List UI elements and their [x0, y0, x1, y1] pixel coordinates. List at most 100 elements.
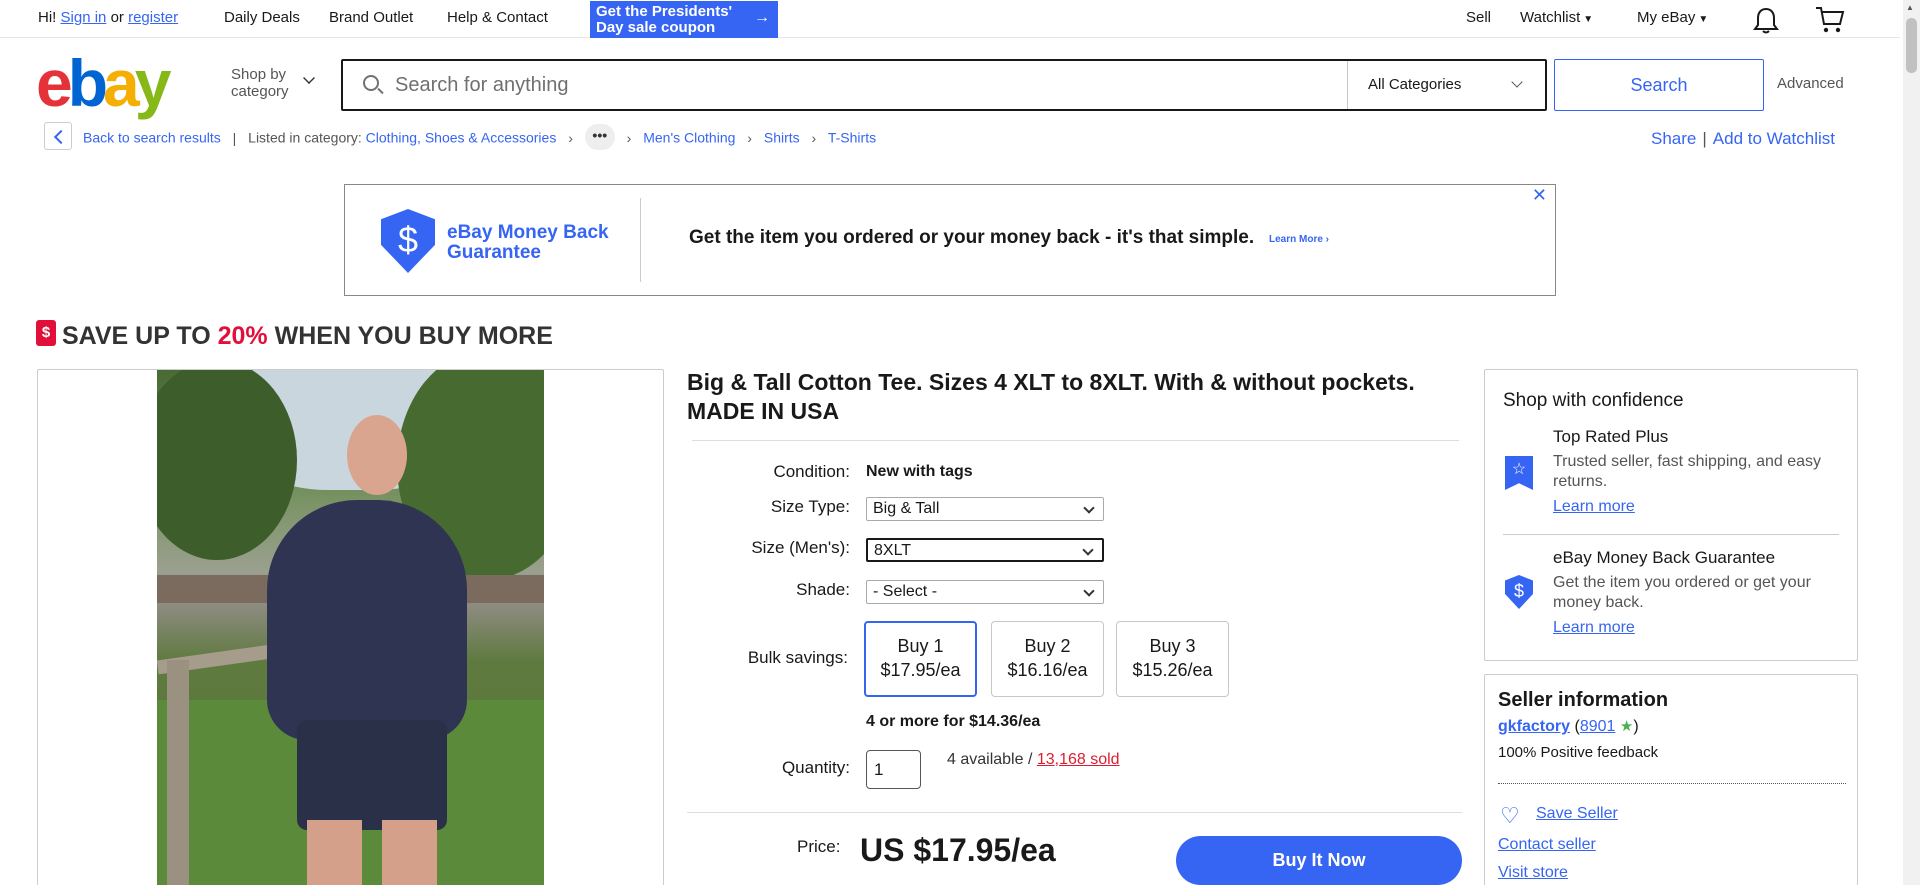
quantity-input[interactable]: 1 — [866, 750, 921, 789]
category-select-value: All Categories — [1368, 76, 1462, 93]
watchlist-menu[interactable]: Watchlist ▼ — [1520, 9, 1593, 26]
ebay-logo[interactable]: ebay — [36, 50, 171, 116]
star-icon: ★ — [1619, 718, 1634, 735]
bulk-savings-label: Bulk savings: — [747, 648, 848, 667]
breadcrumb-divider: | — [232, 129, 237, 146]
shop-with-confidence-panel: Shop with confidence ☆ Top Rated Plus Tr… — [1484, 369, 1858, 661]
price-tag-icon: $ — [36, 320, 56, 346]
availability: 4 available / 13,168 sold — [947, 751, 1120, 769]
shade-select[interactable]: - Select - — [866, 580, 1104, 604]
seller-name-row: gkfactory (8901 ★) — [1498, 718, 1639, 735]
divider — [687, 812, 1462, 813]
breadcrumb-item[interactable]: Shirts — [764, 130, 800, 146]
size-type-label: Size Type: — [770, 497, 850, 516]
more-icon[interactable]: ••• — [584, 124, 615, 150]
breadcrumb-item[interactable]: Clothing, Shoes & Accessories — [366, 130, 557, 146]
share-watchlist: Share | Add to Watchlist — [1651, 129, 1835, 149]
add-to-watchlist-link[interactable]: Add to Watchlist — [1713, 129, 1835, 148]
presidents-day-promo[interactable]: Get the Presidents' Day sale coupon → — [590, 1, 778, 38]
chevron-down-icon — [1511, 76, 1523, 88]
back-button[interactable] — [44, 122, 72, 150]
banner-mbg-line-2: Guarantee — [447, 242, 541, 263]
size-select[interactable]: 8XLT — [866, 538, 1104, 562]
scrollbar-thumb[interactable] — [1906, 18, 1917, 73]
my-ebay-label: My eBay — [1637, 9, 1696, 26]
size-type-select[interactable]: Big & Tall — [866, 497, 1104, 521]
quantity-label: Quantity: — [781, 758, 850, 777]
mbg-learn-more-link[interactable]: Learn more — [1553, 619, 1635, 637]
logo-letter: a — [103, 46, 140, 120]
shade-value: - Select - — [873, 583, 938, 600]
price-label: Price: — [797, 837, 841, 856]
save-seller-link[interactable]: Save Seller — [1536, 805, 1618, 823]
photo-person-leg — [307, 820, 362, 885]
sell-link[interactable]: Sell — [1466, 9, 1491, 26]
watchlist-label: Watchlist — [1520, 9, 1581, 26]
money-back-banner[interactable]: $ eBay Money Back Guarantee Get the item… — [344, 184, 1556, 296]
divider — [1498, 783, 1846, 784]
size-type-value: Big & Tall — [873, 500, 940, 517]
shop-by-category-button[interactable]: Shop by category — [231, 66, 289, 100]
banner-learn-more-link[interactable]: Learn More › — [1269, 234, 1329, 245]
positive-feedback: 100% Positive feedback — [1498, 744, 1659, 761]
search-icon — [363, 75, 379, 91]
tier-price: $15.26/ea — [1132, 660, 1213, 680]
mbg-desc: Get the item you ordered or get your mon… — [1553, 574, 1811, 611]
photo-person-shorts — [297, 720, 447, 830]
breadcrumb-item[interactable]: Men's Clothing — [643, 130, 735, 146]
search-input[interactable] — [395, 61, 1185, 109]
bulk-tier-buy-3[interactable]: Buy 3 $15.26/ea — [1116, 621, 1229, 697]
back-to-search-link[interactable]: Back to search results — [83, 130, 221, 146]
sign-in-link[interactable]: Sign in — [61, 9, 107, 26]
tier-qty: Buy 2 — [1024, 636, 1071, 656]
close-icon[interactable]: ✕ — [1532, 185, 1547, 206]
advanced-search-link[interactable]: Advanced — [1777, 75, 1844, 92]
photo-tree — [157, 370, 297, 560]
top-rated-learn-more-link[interactable]: Learn more — [1553, 498, 1635, 516]
breadcrumb: Back to search results | Listed in categ… — [83, 124, 876, 150]
banner-mbg-title: eBay Money Back Guarantee — [447, 223, 609, 263]
banner-learn-more-label: Learn More — [1269, 234, 1323, 245]
available-count: 4 available / — [947, 751, 1033, 768]
help-contact-link[interactable]: Help & Contact — [447, 9, 548, 26]
size-label: Size (Men's): — [751, 538, 850, 557]
scrollbar[interactable] — [1903, 0, 1920, 885]
bell-icon[interactable] — [1753, 6, 1779, 34]
feedback-score-link[interactable]: 8901 — [1580, 718, 1616, 735]
my-ebay-menu[interactable]: My eBay ▼ — [1637, 9, 1708, 26]
breadcrumb-item[interactable]: T-Shirts — [828, 130, 876, 146]
bulk-note: 4 or more for $14.36/ea — [866, 713, 1041, 730]
category-select[interactable]: All Categories — [1347, 61, 1545, 109]
photo-person-head — [347, 415, 407, 495]
brand-outlet-link[interactable]: Brand Outlet — [329, 9, 413, 26]
cart-icon[interactable] — [1815, 6, 1845, 34]
seller-information-panel: Seller information gkfactory (8901 ★) 10… — [1484, 674, 1858, 885]
greeting: Hi! Sign in or register — [38, 9, 178, 26]
seller-name-link[interactable]: gkfactory — [1498, 718, 1570, 735]
visit-store-link[interactable]: Visit store — [1498, 864, 1568, 882]
share-link[interactable]: Share — [1651, 129, 1696, 148]
register-link[interactable]: register — [128, 9, 178, 26]
item-price: US $17.95/ea — [860, 832, 1056, 868]
bulk-tier-buy-2[interactable]: Buy 2 $16.16/ea — [991, 621, 1104, 697]
save-prefix: SAVE UP TO — [62, 322, 211, 350]
scroll-up-arrow-icon[interactable]: ▲ — [1906, 3, 1914, 12]
condition-value: New with tags — [866, 463, 973, 480]
condition-label: Condition: — [773, 462, 850, 481]
search-button[interactable]: Search — [1554, 59, 1764, 111]
banner-divider — [640, 198, 641, 282]
buy-it-now-button[interactable]: Buy It Now — [1176, 836, 1462, 885]
chevron-down-icon: ▼ — [1583, 14, 1594, 25]
bulk-tier-buy-1[interactable]: Buy 1 $17.95/ea — [864, 621, 977, 697]
contact-seller-link[interactable]: Contact seller — [1498, 836, 1596, 854]
logo-letter: e — [36, 46, 73, 120]
sold-count-link[interactable]: 13,168 sold — [1037, 751, 1120, 768]
seller-heading: Seller information — [1498, 689, 1669, 711]
heart-icon[interactable]: ♡ — [1500, 803, 1520, 829]
photo-fence-post — [167, 660, 189, 885]
tier-qty: Buy 3 — [1149, 636, 1196, 656]
item-image-gallery[interactable] — [37, 369, 664, 885]
shield-icon: $ — [381, 209, 435, 273]
item-photo[interactable] — [157, 370, 544, 885]
daily-deals-link[interactable]: Daily Deals — [224, 9, 300, 26]
